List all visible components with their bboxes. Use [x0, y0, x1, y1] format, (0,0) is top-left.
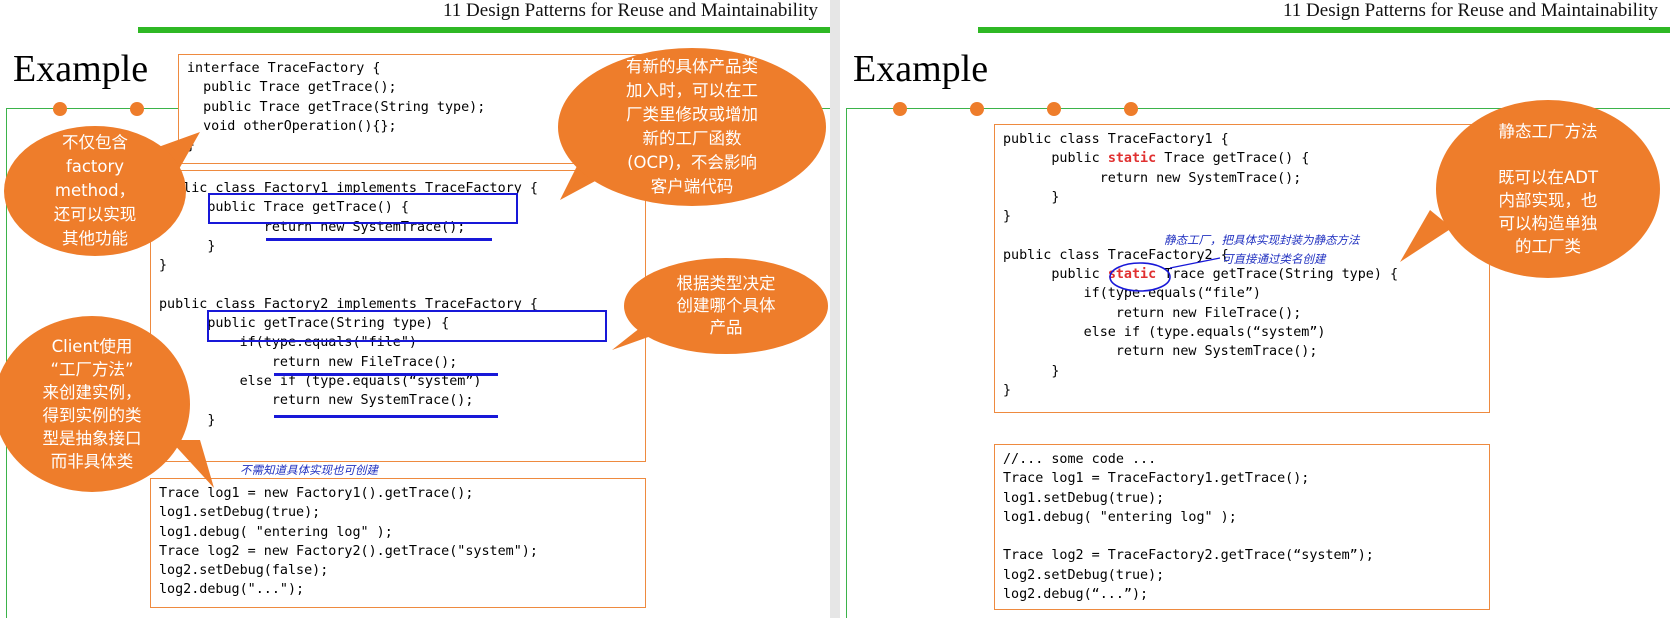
callout-bubble-static-factory: 静态工厂方法 既可以在ADT 内部实现，也 可以构造单独 的工厂类	[1436, 100, 1660, 278]
client-code-box: //... some code ... Trace log1 = TraceFa…	[994, 444, 1490, 610]
right-slide: 11 Design Patterns for Reuse and Maintai…	[840, 0, 1670, 618]
code-line: log2.debug(“...”);	[1003, 587, 1149, 603]
callout-bubble-factory: 不仅包含 factory method， 还可以实现 其他功能	[4, 126, 186, 256]
code-line: log1.debug( "entering log" );	[1003, 509, 1237, 525]
client-code: //... some code ... Trace log1 = TraceFa…	[1003, 450, 1374, 604]
callout-bubble-type: 根据类型决定 创建哪个具体 产品	[624, 258, 828, 354]
handwritten-note: 静态工厂，把具体实现封装为静态方法	[1164, 233, 1360, 247]
callout-bubble-ocp: 有新的具体产品类 加入时，可以在工 厂类里修改或增加 新的工厂函数 (OCP)，…	[558, 48, 826, 206]
handwritten-note: 可直接通过类名创建	[1222, 252, 1326, 266]
code-line: //... some code ...	[1003, 452, 1157, 467]
code-line: log1.setDebug(true);	[1003, 490, 1165, 506]
callout-bubble-client: Client使用 “工厂方法” 来创建实例， 得到实例的类 型是抽象接口 而非具…	[0, 316, 190, 492]
code-line: log2.setDebug(true);	[1003, 567, 1165, 583]
slide-divider	[830, 0, 840, 618]
code-line: Trace log1 = TraceFactory1.getTrace();	[1003, 471, 1310, 487]
code-line: Trace log2 = TraceFactory2.getTrace(“sys…	[1003, 548, 1374, 564]
left-slide: 11 Design Patterns for Reuse and Maintai…	[0, 0, 830, 618]
